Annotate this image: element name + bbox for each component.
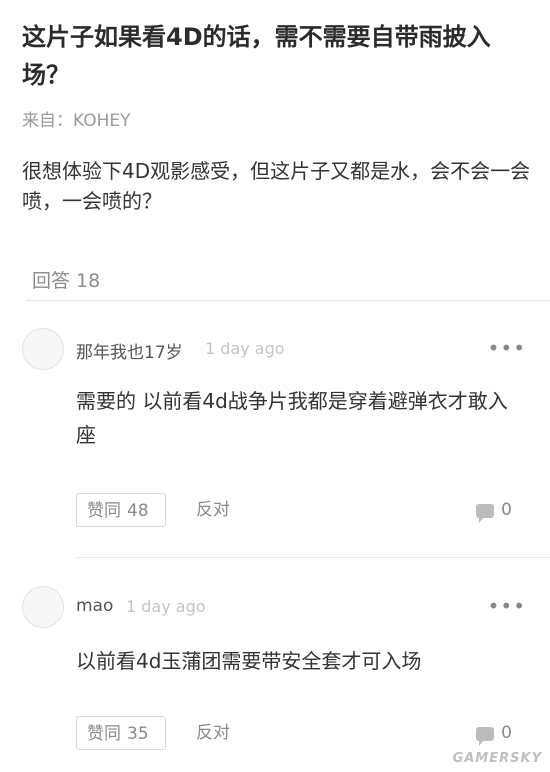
answers-label: 回答	[32, 270, 71, 292]
comment-count[interactable]: 0	[501, 493, 512, 527]
agree-label: 赞同	[87, 501, 121, 521]
oppose-button[interactable]: 反对	[196, 716, 230, 750]
question-title: 这片子如果看4D的话，需不需要自带雨披入场？	[22, 23, 491, 89]
comment-icon[interactable]	[476, 504, 494, 523]
comment-count[interactable]: 0	[501, 716, 512, 750]
avatar[interactable]	[22, 586, 64, 628]
agree-count: 35	[127, 724, 149, 744]
agree-button[interactable]: 赞同 35	[76, 716, 166, 750]
answer-divider	[76, 557, 550, 558]
answer-time: 1 day ago	[126, 597, 206, 616]
question-body: 很想体验下4D观影感受，但这片子又都是水，会不会一会喷，一会喷的？	[22, 159, 531, 213]
answer-time: 1 day ago	[205, 339, 285, 358]
agree-count: 48	[127, 501, 149, 521]
more-options-icon[interactable]: •••	[488, 336, 526, 360]
answer-author[interactable]: 那年我也17岁	[76, 338, 183, 363]
more-options-icon[interactable]: •••	[488, 594, 526, 618]
agree-button[interactable]: 赞同 48	[76, 493, 166, 527]
question-source: 来自：KOHEY	[22, 111, 131, 131]
answer-author[interactable]: mao	[76, 596, 113, 616]
answer-text: 以前看4d玉蒲团需要带安全套才可入场	[76, 649, 422, 673]
comment-icon[interactable]	[476, 727, 494, 746]
answers-header: 回答 18	[26, 262, 550, 301]
avatar[interactable]	[22, 328, 64, 370]
answer-text: 需要的 以前看4d战争片我都是穿着避弹衣才敢入座	[76, 389, 508, 447]
gamersky-watermark: GAMERSKY	[452, 751, 542, 766]
agree-label: 赞同	[87, 724, 121, 744]
oppose-button[interactable]: 反对	[196, 493, 230, 527]
answers-count: 18	[76, 270, 101, 292]
